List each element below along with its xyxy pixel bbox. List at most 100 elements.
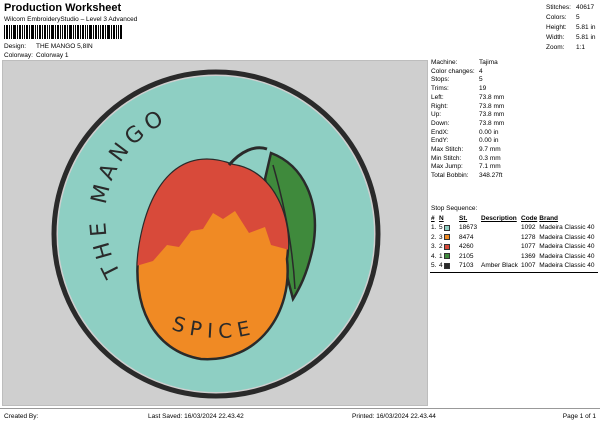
page-title: Production Worksheet xyxy=(4,2,122,14)
summary-stats: Stitches: 40617 Colors: 5 Height: 5.81 in W… xyxy=(546,3,596,53)
page-footer: Created By: Last Saved: 16/03/2024 22.43… xyxy=(0,408,600,424)
detail-row: Machine: Tajima xyxy=(431,59,504,68)
design-row: Design: THE MANGO 5,8IN xyxy=(4,42,93,51)
detail-value: 4 xyxy=(479,67,483,75)
detail-value: 73.8 mm xyxy=(479,102,505,110)
row-needle: 5 xyxy=(439,224,443,232)
stat-value: 5 xyxy=(576,14,580,21)
detail-value: 73.8 mm xyxy=(479,111,505,119)
row-code: 1077 xyxy=(521,243,536,251)
row-description xyxy=(480,252,520,262)
table-row: 4. 1 2105 1369 Madeira Classic 40 xyxy=(430,252,598,262)
detail-row: Up: 73.8 mm xyxy=(431,111,504,120)
stat-value: 5.81 in xyxy=(576,34,596,41)
stat-row: Stitches: 40617 xyxy=(546,3,596,13)
row-needle: 2 xyxy=(439,243,443,251)
row-index: 3. xyxy=(431,243,437,251)
stat-value: 40617 xyxy=(576,4,595,11)
row-needle-cell: 1 xyxy=(438,252,458,262)
detail-row: Trims: 19 xyxy=(431,85,504,94)
column-header: # xyxy=(431,215,435,222)
stat-label: Zoom: xyxy=(546,44,565,51)
column-header: N xyxy=(439,215,444,222)
row-brand: Madeira Classic 40 xyxy=(539,224,595,232)
color-swatch xyxy=(444,262,451,269)
stat-row: Colors: 5 xyxy=(546,13,596,23)
row-description xyxy=(480,223,520,233)
barcode-icon xyxy=(4,25,122,39)
created-by: Created By: xyxy=(4,413,39,420)
row-stitches: 7103 xyxy=(459,262,474,270)
row-index: 2. xyxy=(431,233,437,241)
row-index: 1. xyxy=(431,224,437,232)
detail-label: Left: xyxy=(431,93,444,101)
color-swatch xyxy=(444,224,451,231)
design-value: THE MANGO 5,8IN xyxy=(36,43,93,50)
detail-row: EndX: 0.00 in xyxy=(431,129,504,138)
printed-date: Printed: 16/03/2024 22.43.44 xyxy=(352,413,436,420)
detail-label: Color changes: xyxy=(431,67,475,75)
row-needle: 3 xyxy=(439,233,443,241)
detail-value: 5 xyxy=(479,76,483,84)
table-divider xyxy=(430,271,598,273)
detail-label: Stops: xyxy=(431,76,450,84)
detail-label: Max Stitch: xyxy=(431,146,464,154)
design-label: Design: xyxy=(4,43,27,50)
table-row: 5. 4 7103 Amber Black 1007 Madeira Class… xyxy=(430,261,598,271)
detail-label: EndY: xyxy=(431,137,449,145)
table-row: 1. 5 18673 1092 Madeira Classic 40 xyxy=(430,223,598,233)
colorway-label: Colorway: xyxy=(4,52,33,59)
row-brand: Madeira Classic 40 xyxy=(539,233,595,241)
detail-value: 9.7 mm xyxy=(479,146,501,154)
detail-value: 7.1 mm xyxy=(479,163,501,171)
detail-row: Right: 73.8 mm xyxy=(431,103,504,112)
colorway-value: Colorway 1 xyxy=(36,52,69,59)
row-stitches: 4260 xyxy=(459,243,474,251)
row-needle: 4 xyxy=(439,262,443,270)
detail-value: 19 xyxy=(479,85,487,93)
color-swatch xyxy=(444,234,451,241)
design-preview: THE MANGO SPICE xyxy=(2,60,428,406)
detail-row: EndY: 0.00 in xyxy=(431,137,504,146)
column-header: Code xyxy=(521,215,538,222)
detail-value: 348.27ft xyxy=(479,172,503,180)
table-row: 2. 3 8474 1278 Madeira Classic 40 xyxy=(430,233,598,243)
detail-label: Machine: xyxy=(431,59,458,66)
stat-value: 1:1 xyxy=(576,44,586,51)
detail-row: Max Jump: 7.1 mm xyxy=(431,163,504,172)
row-needle: 1 xyxy=(439,252,443,260)
design-info: Design: THE MANGO 5,8IN Colorway: Colorw… xyxy=(4,42,93,60)
row-brand: Madeira Classic 40 xyxy=(539,243,595,251)
row-needle-cell: 4 xyxy=(438,261,458,271)
row-code: 1007 xyxy=(521,262,536,270)
stat-label: Width: xyxy=(546,34,565,41)
row-brand: Madeira Classic 40 xyxy=(539,252,595,260)
embroidery-artwork: THE MANGO SPICE xyxy=(51,69,381,399)
last-saved: Last Saved: 16/03/2024 22.43.42 xyxy=(148,413,244,420)
detail-label: Total Bobbin: xyxy=(431,172,469,180)
table-row: 3. 2 4260 1077 Madeira Classic 40 xyxy=(430,242,598,252)
detail-row: Max Stitch: 9.7 mm xyxy=(431,146,504,155)
stat-label: Stitches: xyxy=(546,4,571,11)
detail-label: Max Jump: xyxy=(431,163,463,171)
stat-label: Colors: xyxy=(546,14,567,21)
machine-details: Machine: Tajima Color changes: 4 Stops: 5 T… xyxy=(431,59,504,181)
row-stitches: 8474 xyxy=(459,233,474,241)
table-header-row: # N St. Description Code Brand xyxy=(430,214,598,223)
row-needle-cell: 2 xyxy=(438,242,458,252)
row-description xyxy=(480,242,520,252)
column-header: St. xyxy=(459,215,468,222)
detail-label: EndX: xyxy=(431,128,449,136)
stat-row: Height: 5.81 in xyxy=(546,23,596,33)
stat-label: Height: xyxy=(546,24,567,31)
stat-row: Width: 5.81 in xyxy=(546,33,596,43)
stop-sequence: Stop Sequence: # N St. Description Code … xyxy=(430,205,598,273)
column-header: Description xyxy=(481,215,517,222)
stat-row: Zoom: 1:1 xyxy=(546,43,596,53)
detail-value: 73.8 mm xyxy=(479,119,505,127)
stat-value: 5.81 in xyxy=(576,24,596,31)
detail-row: Min Stitch: 0.3 mm xyxy=(431,155,504,164)
column-header: Brand xyxy=(539,215,559,222)
row-stitches: 2105 xyxy=(459,252,474,260)
row-code: 1369 xyxy=(521,252,536,260)
